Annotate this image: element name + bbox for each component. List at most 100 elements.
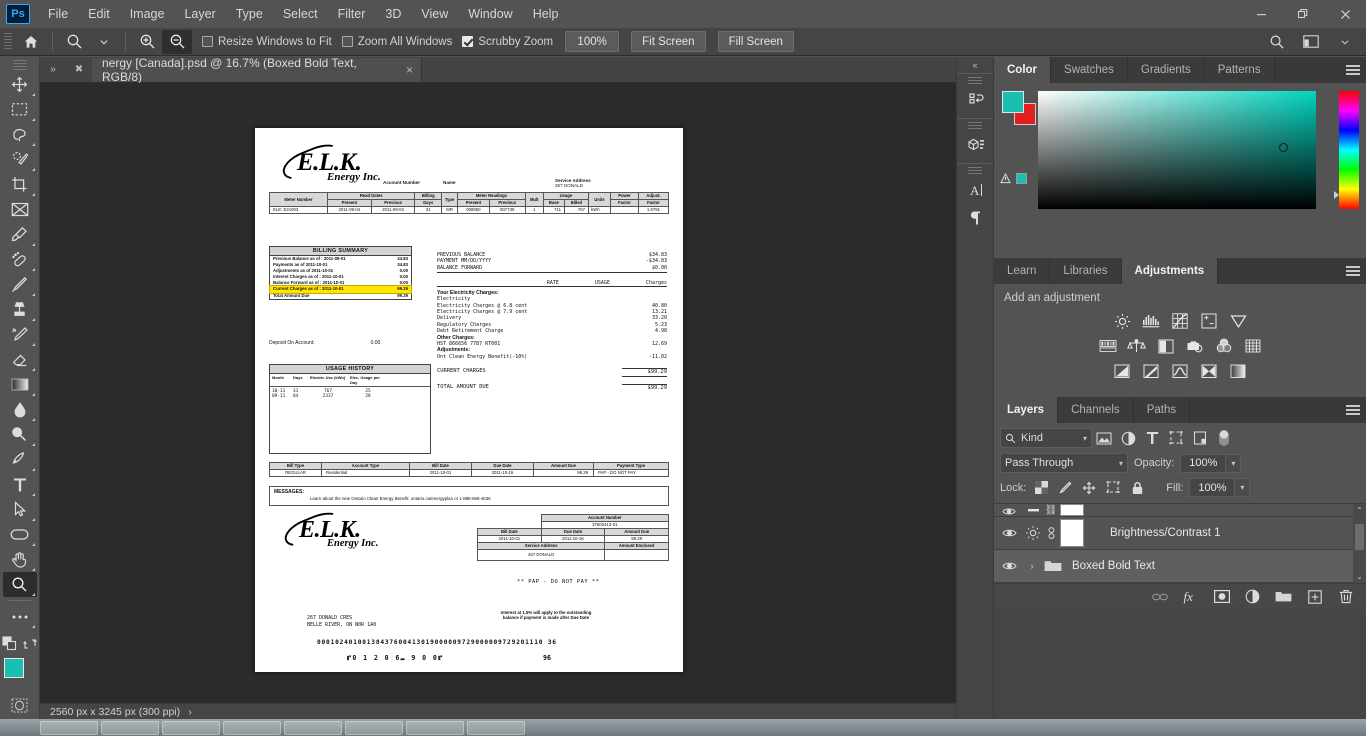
- 3d-panel-icon[interactable]: [957, 131, 995, 159]
- foreground-color-swatch[interactable]: [4, 658, 24, 678]
- default-colors-icon[interactable]: [1, 631, 18, 656]
- frame-tool[interactable]: [3, 197, 37, 222]
- zoom-all-windows-checkbox[interactable]: Zoom All Windows: [342, 36, 453, 48]
- tab-patterns[interactable]: Patterns: [1205, 57, 1275, 83]
- lock-transparent-pixels-icon[interactable]: [1032, 479, 1050, 496]
- adjustments-panel-menu-icon[interactable]: [1346, 258, 1360, 284]
- filter-toggle-switch[interactable]: [1212, 428, 1236, 448]
- gradient-map-icon[interactable]: [1199, 362, 1219, 380]
- toolbar-grip[interactable]: [13, 60, 27, 70]
- history-panel-icon[interactable]: [957, 86, 995, 114]
- pen-tool[interactable]: [3, 447, 37, 472]
- channel-mixer-icon[interactable]: [1214, 337, 1234, 355]
- menu-filter[interactable]: Filter: [328, 3, 376, 25]
- menu-window[interactable]: Window: [458, 3, 522, 25]
- color-swatches[interactable]: [4, 658, 36, 688]
- rail-grip[interactable]: [968, 122, 982, 130]
- lock-all-icon[interactable]: [1128, 479, 1146, 496]
- lock-artboard-icon[interactable]: [1104, 479, 1122, 496]
- layer-visibility-toggle[interactable]: [994, 561, 1024, 571]
- document-tab[interactable]: nergy [Canada].psd @ 16.7% (Boxed Bold T…: [92, 58, 422, 82]
- tab-gradients[interactable]: Gradients: [1128, 57, 1205, 83]
- rectangle-tool[interactable]: [3, 522, 37, 547]
- canvas-area[interactable]: E.L.K. Energy Inc. Account Number Name S…: [40, 83, 994, 703]
- workspace-chevron-down-icon[interactable]: [1330, 30, 1360, 54]
- brush-tool[interactable]: [3, 272, 37, 297]
- object-selection-tool[interactable]: [3, 147, 37, 172]
- menu-type[interactable]: Type: [226, 3, 273, 25]
- adjustment-filter-icon[interactable]: [1116, 428, 1140, 448]
- scroll-up-chevron-icon[interactable]: ⌃: [1356, 504, 1363, 517]
- tab-libraries[interactable]: Libraries: [1050, 258, 1121, 284]
- tab-paths[interactable]: Paths: [1134, 397, 1190, 423]
- rail-grip[interactable]: [968, 167, 982, 175]
- new-group-icon[interactable]: [1275, 588, 1292, 605]
- opacity-value[interactable]: 100%: [1180, 454, 1226, 473]
- fill-field-group[interactable]: 100% ▾: [1189, 478, 1250, 497]
- tab-layers[interactable]: Layers: [994, 397, 1058, 423]
- menu-file[interactable]: File: [38, 3, 78, 25]
- restore-button[interactable]: [1282, 0, 1324, 28]
- collapse-panels-icon[interactable]: «: [957, 57, 993, 73]
- taskbar-item[interactable]: [406, 721, 464, 735]
- layer-visibility-toggle[interactable]: [994, 528, 1024, 538]
- workspace-icon[interactable]: [1296, 30, 1326, 54]
- invert-icon[interactable]: [1112, 362, 1132, 380]
- color-panel-menu-icon[interactable]: [1346, 57, 1360, 83]
- chevron-down-icon[interactable]: ▾: [1083, 434, 1087, 443]
- hue-slider-handle[interactable]: [1334, 191, 1339, 199]
- search-icon[interactable]: [1262, 30, 1292, 54]
- filter-kind-select[interactable]: Kind ▾: [1000, 428, 1092, 448]
- tool-preset-chevron-down-icon[interactable]: [89, 30, 119, 54]
- paragraph-panel-icon[interactable]: [957, 204, 995, 232]
- type-tool[interactable]: [3, 472, 37, 497]
- taskbar-item[interactable]: [40, 721, 98, 735]
- layer-mask-thumbnail[interactable]: [1060, 519, 1084, 547]
- menu-edit[interactable]: Edit: [78, 3, 120, 25]
- menu-3d[interactable]: 3D: [375, 3, 411, 25]
- crop-tool[interactable]: [3, 172, 37, 197]
- fill-value[interactable]: 100%: [1189, 478, 1235, 497]
- eraser-tool[interactable]: [3, 347, 37, 372]
- posterize-icon[interactable]: [1141, 362, 1161, 380]
- tab-color[interactable]: Color: [994, 57, 1051, 83]
- opacity-chevron-down-icon[interactable]: ▾: [1226, 454, 1241, 473]
- gradient-tool[interactable]: [3, 372, 37, 397]
- type-filter-icon[interactable]: [1140, 428, 1164, 448]
- clone-stamp-tool[interactable]: [3, 297, 37, 322]
- pixel-filter-icon[interactable]: [1092, 428, 1116, 448]
- swap-colors-icon[interactable]: [22, 631, 39, 656]
- blur-tool[interactable]: [3, 397, 37, 422]
- curves-icon[interactable]: [1170, 312, 1190, 330]
- zoom-out-icon[interactable]: [162, 30, 192, 54]
- hue-saturation-icon[interactable]: [1098, 337, 1118, 355]
- exposure-icon[interactable]: [1199, 312, 1219, 330]
- lock-image-pixels-icon[interactable]: [1056, 479, 1074, 496]
- color-field[interactable]: [1038, 91, 1316, 209]
- smart-object-filter-icon[interactable]: [1188, 428, 1212, 448]
- photo-filter-icon[interactable]: [1185, 337, 1205, 355]
- web-safe-color-swatch[interactable]: [1016, 173, 1027, 184]
- threshold-icon[interactable]: [1170, 362, 1190, 380]
- document-tab-close-icon[interactable]: ×: [406, 63, 413, 77]
- layer-mask-thumbnail[interactable]: [1060, 504, 1084, 516]
- color-panel-foreground-swatch[interactable]: [1002, 91, 1024, 113]
- expand-group-chevron-right-icon[interactable]: ›: [1026, 561, 1038, 571]
- tab-channels[interactable]: Channels: [1058, 397, 1134, 423]
- layer-style-fx-icon[interactable]: fx: [1182, 588, 1199, 605]
- taskbar-item[interactable]: [101, 721, 159, 735]
- link-mask-icon[interactable]: ⛓: [1046, 505, 1056, 516]
- zoom-100-percent-button[interactable]: 100%: [565, 31, 619, 52]
- blend-mode-select[interactable]: Pass Through ▾: [1000, 453, 1128, 473]
- tab-adjustments[interactable]: Adjustments: [1122, 258, 1219, 284]
- hand-tool[interactable]: [3, 547, 37, 572]
- new-adjustment-layer-icon[interactable]: [1244, 588, 1261, 605]
- character-panel-icon[interactable]: A: [957, 176, 995, 204]
- layers-panel-menu-icon[interactable]: [1346, 397, 1360, 423]
- zoom-in-icon[interactable]: [132, 30, 162, 54]
- document-tabbar-overflow-icon[interactable]: »: [40, 56, 66, 82]
- chevron-down-icon[interactable]: ▾: [1119, 459, 1123, 468]
- eyedropper-tool[interactable]: [3, 222, 37, 247]
- new-layer-icon[interactable]: [1306, 588, 1323, 605]
- options-bar-grip[interactable]: [4, 33, 12, 51]
